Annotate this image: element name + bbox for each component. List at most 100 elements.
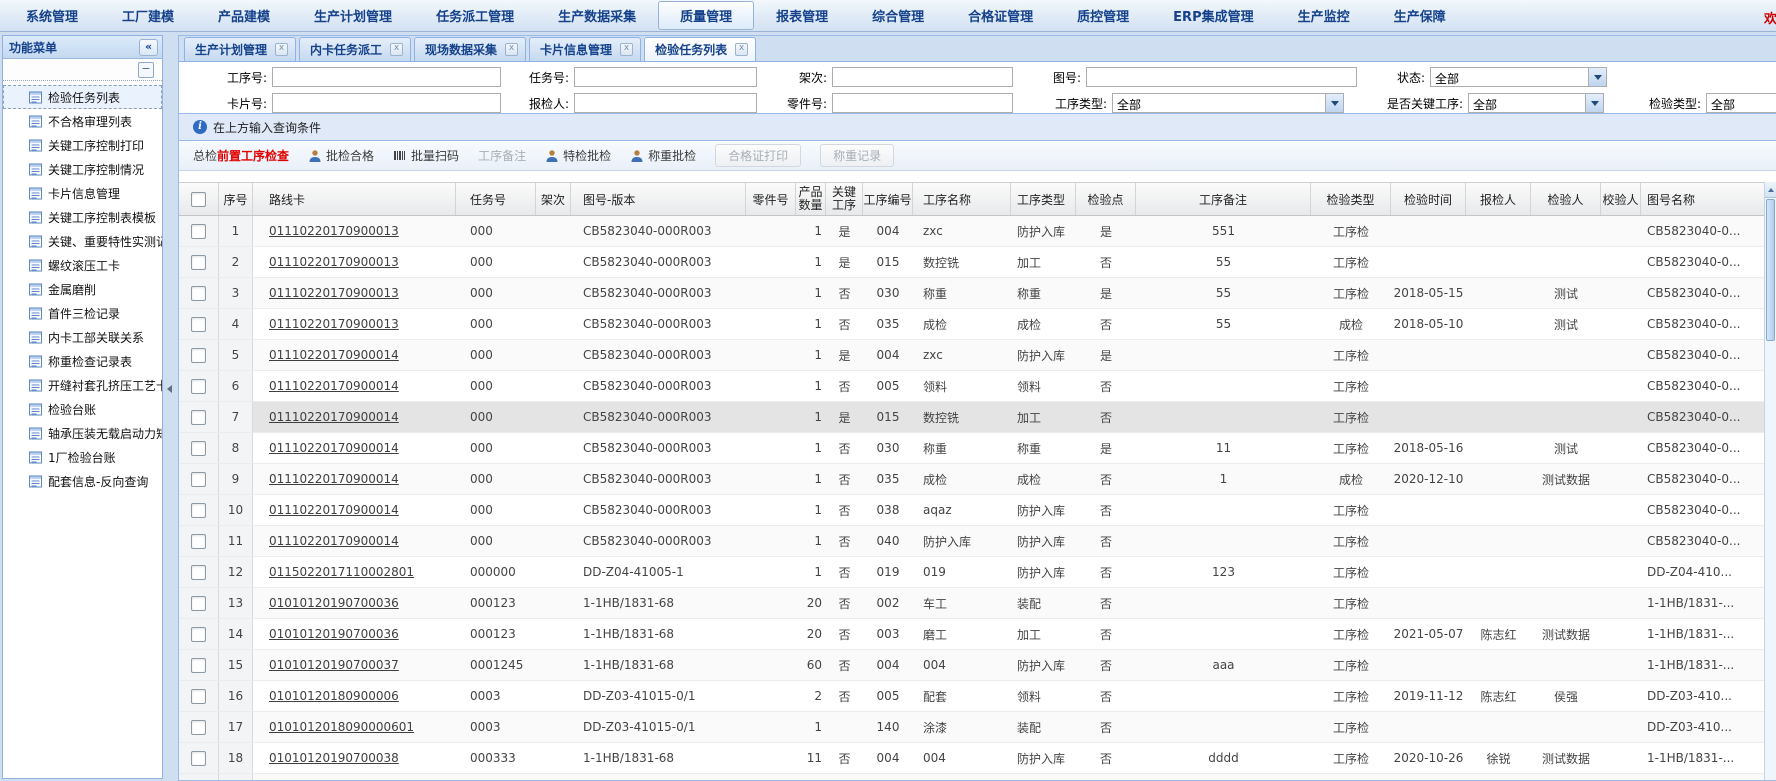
sidebar-item[interactable]: 卡片信息管理 [3,181,162,205]
row-checkbox[interactable] [191,751,206,766]
top-menu-item[interactable]: 生产数据采集 [536,1,658,30]
header-cell-op-name[interactable]: 工序名称 [913,183,1011,215]
tab-close-icon[interactable]: x [275,43,288,56]
row-checkbox[interactable] [191,658,206,673]
top-menu-item[interactable]: 质量管理 [658,1,754,30]
top-menu-item[interactable]: 质控管理 [1055,1,1151,30]
sidebar-item[interactable]: 关键工序控制表模板 [3,205,162,229]
header-cell-part[interactable]: 零件号 [746,183,796,215]
routing-card-link[interactable]: 01110220170900014 [269,379,399,393]
top-menu-item[interactable]: 综合管理 [850,1,946,30]
sidebar-item[interactable]: 检验任务列表 [3,85,162,109]
row-checkbox[interactable] [191,627,206,642]
row-checkbox[interactable] [191,379,206,394]
routing-card-link[interactable]: 01110220170900013 [269,255,399,269]
tab-item[interactable]: 卡片信息管理x [529,37,641,61]
row-checkbox[interactable] [191,255,206,270]
routing-card-link[interactable]: 01110220170900013 [269,286,399,300]
sidebar-item[interactable]: 1厂检验台账 [3,445,162,469]
routing-card-link[interactable]: 01010120190700036 [269,627,399,641]
routing-card-link[interactable]: 01110220170900014 [269,410,399,424]
sidebar-item[interactable]: 螺纹滚压工卡 [3,253,162,277]
sidebar-item[interactable]: 检验台账 [3,397,162,421]
routing-card-link[interactable]: 01010120180900006 [269,689,399,703]
header-cell-drawing[interactable]: 图号-版本 [571,183,746,215]
header-cell-insp-point[interactable]: 检验点 [1076,183,1136,215]
sidebar-item[interactable]: 关键工序控制情况 [3,157,162,181]
tab-close-icon[interactable]: x [390,43,403,56]
top-menu-item[interactable]: ERP集成管理 [1151,1,1275,30]
vertical-scrollbar[interactable] [1764,182,1776,780]
row-checkbox[interactable] [191,317,206,332]
filter-input-r1c3[interactable] [1086,67,1357,87]
row-checkbox[interactable] [191,689,206,704]
sidebar-item[interactable]: 配套信息-反向查询 [3,469,162,493]
tab-close-icon[interactable]: x [505,43,518,56]
tab-item[interactable]: 生产计划管理x [184,37,296,61]
header-cell-seq[interactable]: 序号 [219,183,253,215]
toolbar-button[interactable]: 批检合格 [308,147,374,164]
sidebar-item[interactable]: 关键工序控制打印 [3,133,162,157]
sidebar-item[interactable]: 金属磨削 [3,277,162,301]
scroll-up-button[interactable] [1765,182,1776,198]
sidebar-splitter[interactable] [163,35,178,779]
filter-select-r1c4[interactable]: 全部 [1430,67,1607,87]
header-cell-insp-time[interactable]: 检验时间 [1391,183,1466,215]
top-menu-item[interactable]: 产品建模 [196,1,292,30]
tab-close-icon[interactable]: x [735,43,748,56]
routing-card-link[interactable]: 0101012018090000601 [269,720,414,734]
filter-input-r1c0[interactable] [272,67,501,87]
dropdown-arrow-icon[interactable] [1588,68,1606,86]
row-checkbox[interactable] [191,348,206,363]
scrollbar-thumb[interactable] [1766,199,1775,341]
sidebar-item[interactable]: 不合格审理列表 [3,109,162,133]
tab-item[interactable]: 现场数据采集x [414,37,526,61]
top-menu-item[interactable]: 生产监控 [1276,1,1372,30]
header-cell-reporter[interactable]: 报检人 [1466,183,1531,215]
sidebar-item[interactable]: 称重检查记录表 [3,349,162,373]
row-checkbox[interactable] [191,410,206,425]
row-checkbox[interactable] [191,472,206,487]
toolbar-button[interactable]: 批量扫码 [393,147,459,164]
top-menu-item[interactable]: 合格证管理 [946,1,1055,30]
routing-card-link[interactable]: 01010120190700037 [269,658,399,672]
toolbar-button[interactable]: 特检批检 [545,147,611,164]
filter-input-r2c2[interactable] [832,93,1013,113]
toolbar-button[interactable]: 总检前置工序检查 [193,147,289,164]
header-cell-key-op[interactable]: 关键工序 [826,183,863,215]
sidebar-item[interactable]: 关键、重要特性实测记录 [3,229,162,253]
row-checkbox[interactable] [191,224,206,239]
row-checkbox[interactable] [191,503,206,518]
sidebar-item[interactable]: 内卡工部关联关系 [3,325,162,349]
header-cell-insp-type[interactable]: 检验类型 [1311,183,1391,215]
routing-card-link[interactable]: 01110220170900014 [269,503,399,517]
header-cell-rack[interactable]: 架次 [536,183,571,215]
routing-card-link[interactable]: 0115022017110002801 [269,565,414,579]
tree-collapse-all-button[interactable]: − [138,62,154,78]
tab-item[interactable]: 检验任务列表x [644,37,756,61]
row-checkbox[interactable] [191,565,206,580]
header-cell-qty[interactable]: 产品数量 [796,183,826,215]
routing-card-link[interactable]: 01110220170900014 [269,441,399,455]
filter-input-r1c1[interactable] [574,67,757,87]
select-all-checkbox[interactable] [191,192,206,207]
filter-input-r2c0[interactable] [272,93,501,113]
header-cell-card[interactable]: 路线卡 [253,183,456,215]
top-menu-item[interactable]: 生产保障 [1372,1,1468,30]
routing-card-link[interactable]: 01010120190700038 [269,751,399,765]
sidebar-item[interactable]: 轴承压装无载启动力矩 [3,421,162,445]
filter-input-r2c1[interactable] [574,93,757,113]
routing-card-link[interactable]: 01010120190700036 [269,596,399,610]
row-checkbox[interactable] [191,441,206,456]
header-cell-task[interactable]: 任务号 [456,183,536,215]
filter-select-r2c4[interactable]: 全部 [1468,93,1604,113]
top-menu-item[interactable]: 系统管理 [4,1,100,30]
header-cell-inspector[interactable]: 检验人 [1531,183,1601,215]
filter-input-r1c2[interactable] [832,67,1013,87]
dropdown-arrow-icon[interactable] [1325,94,1343,112]
row-checkbox[interactable] [191,286,206,301]
header-cell-op-type[interactable]: 工序类型 [1011,183,1076,215]
header-cell-remark[interactable]: 工序备注 [1136,183,1311,215]
row-checkbox[interactable] [191,534,206,549]
sidebar-collapse-button[interactable]: « [139,39,158,56]
